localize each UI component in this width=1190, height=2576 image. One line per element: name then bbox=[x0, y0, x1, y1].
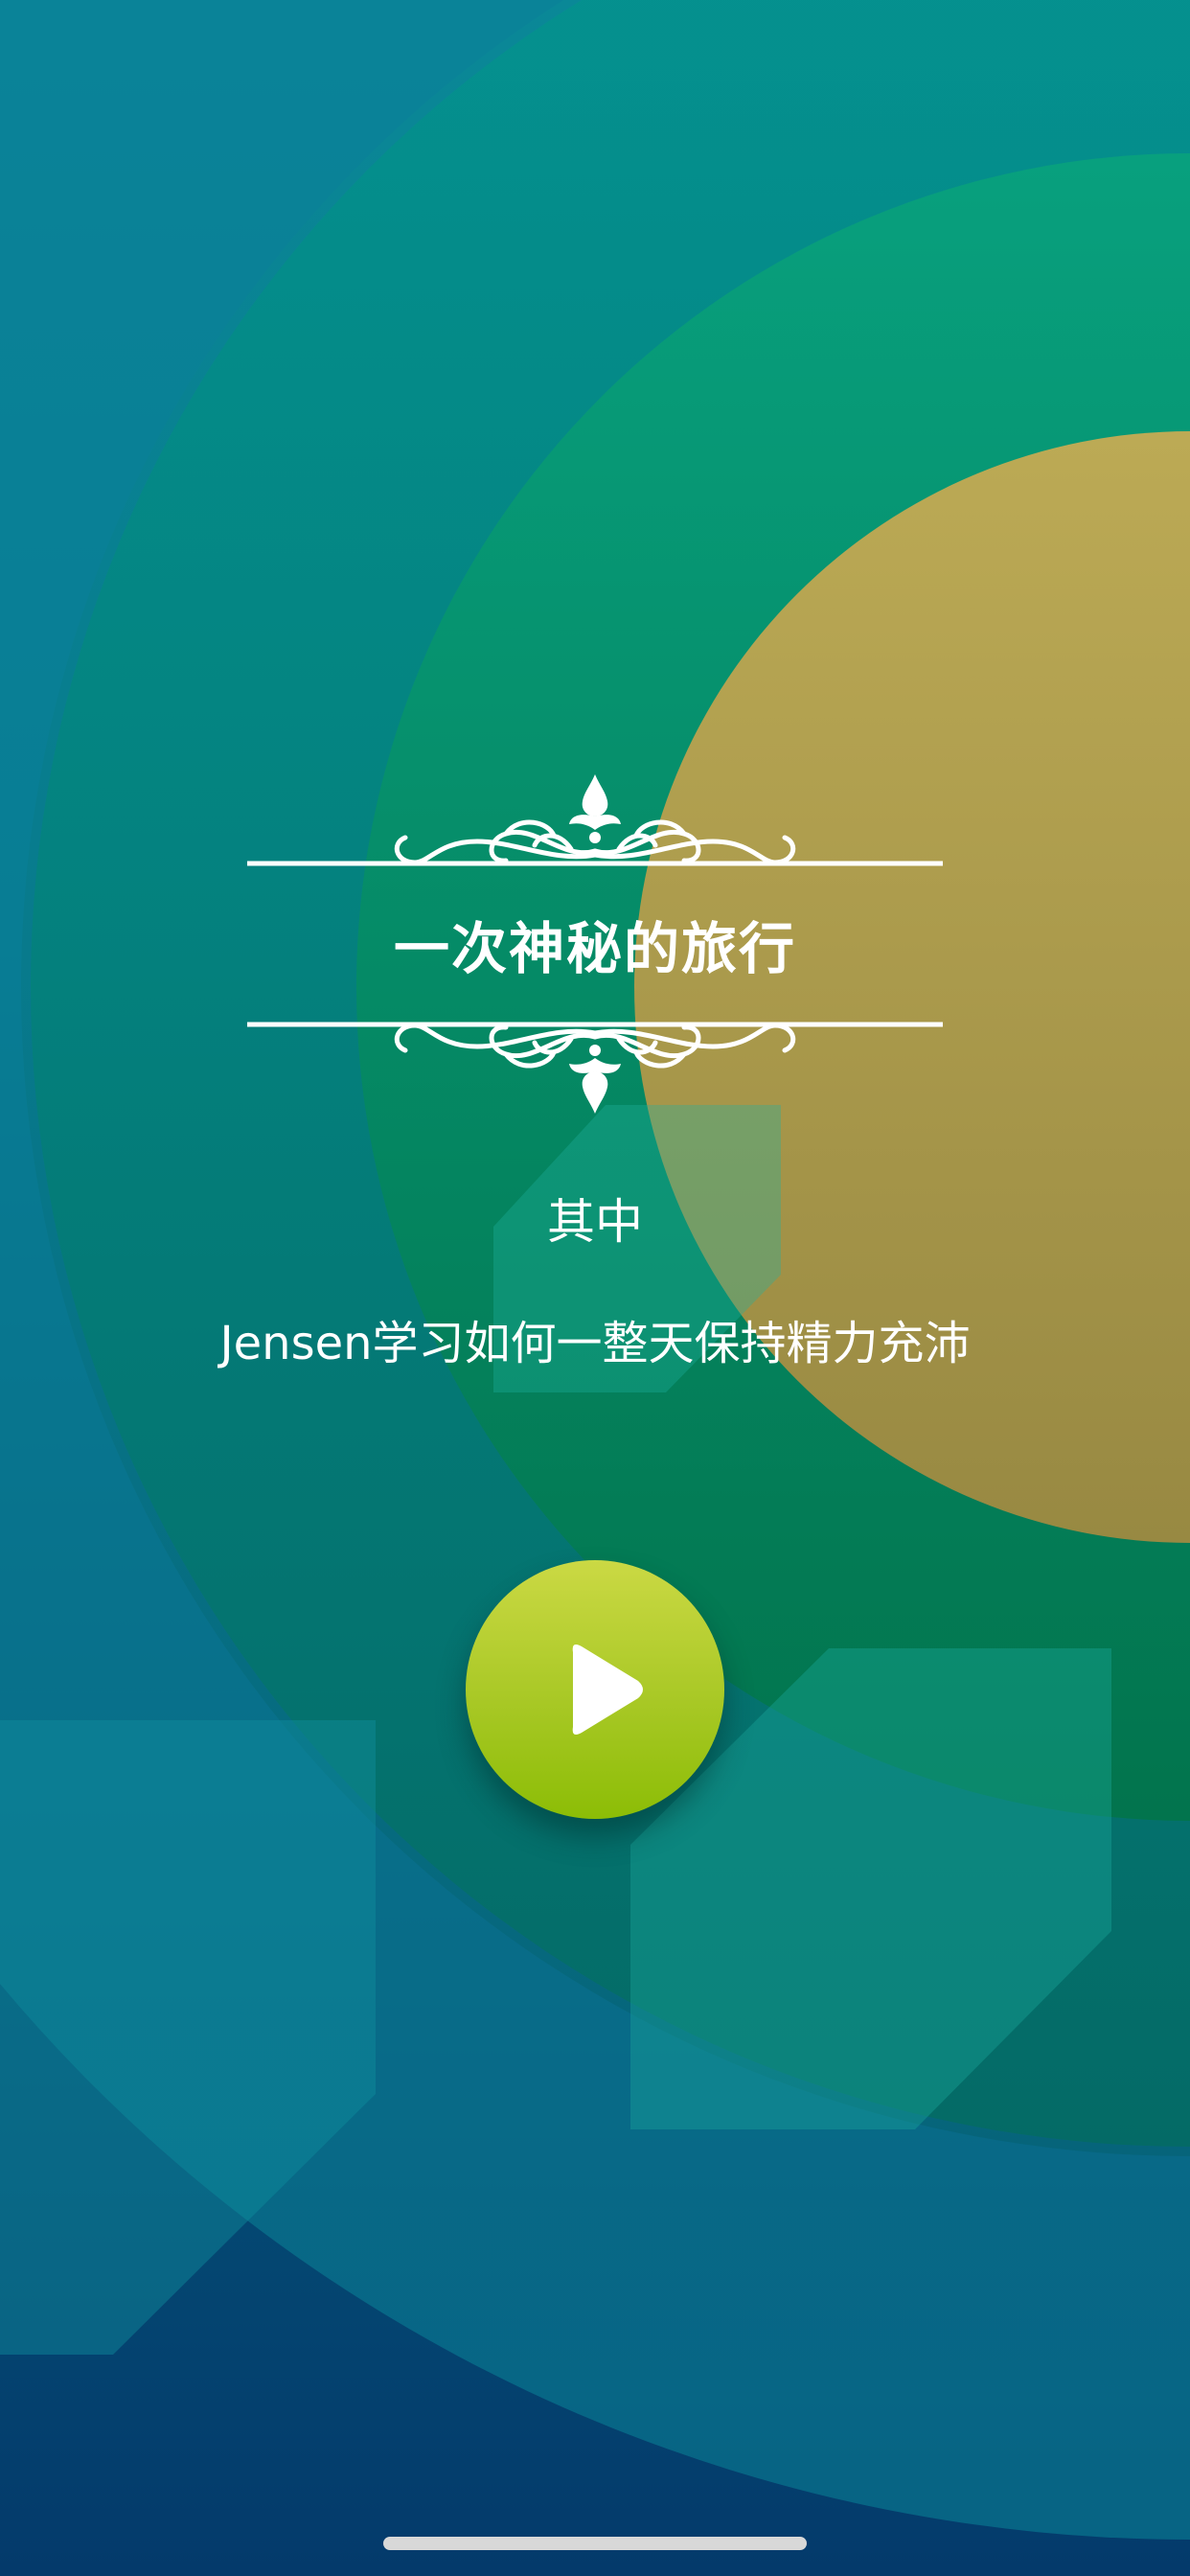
play-button[interactable] bbox=[466, 1560, 724, 1819]
filigree-ornament-icon bbox=[247, 774, 943, 866]
filigree-ornament-icon bbox=[247, 1022, 943, 1114]
home-indicator[interactable] bbox=[383, 2537, 807, 2550]
story-title: 一次神秘的旅行 bbox=[393, 916, 796, 981]
story-intro-screen: 一次神秘的旅行 其中 Jensen学习如何一整天保持精力充沛 bbox=[0, 0, 1190, 2576]
play-icon bbox=[572, 1644, 643, 1735]
background-illustration bbox=[0, 0, 1190, 2540]
story-label: 其中 bbox=[547, 1194, 643, 1250]
story-description: Jensen学习如何一整天保持精力充沛 bbox=[219, 1317, 971, 1370]
